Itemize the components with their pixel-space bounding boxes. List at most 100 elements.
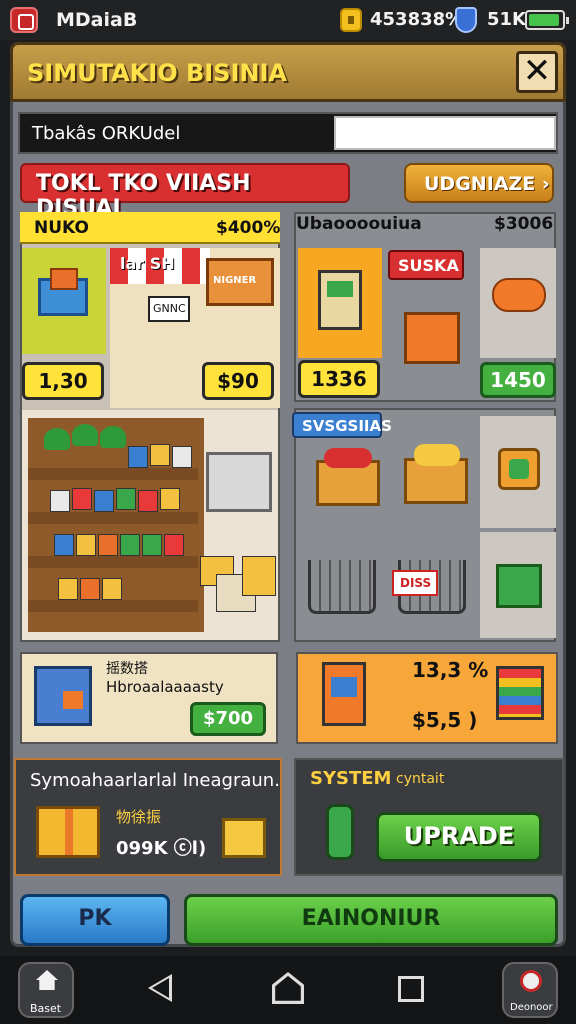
product-icon xyxy=(54,534,74,556)
system-left-title: Symoahaarlarlal Ineagraun. xyxy=(30,770,280,791)
shield-icon xyxy=(455,7,477,33)
system-left-panel: Symoahaarlarlal Ineagraun. 物徐振 099K ⓒl) xyxy=(14,758,282,876)
product-icon xyxy=(72,488,92,510)
product-icon xyxy=(128,446,148,468)
price-arcade-button[interactable]: 1336 xyxy=(298,360,380,398)
product-icon xyxy=(138,490,158,512)
gift-box-icon xyxy=(36,806,100,858)
decor-icon xyxy=(520,970,542,992)
back-icon[interactable] xyxy=(148,974,172,1002)
arcade-icon xyxy=(318,270,362,330)
cylinder-item[interactable] xyxy=(480,248,556,358)
system-left-amount: 099K ⓒl) xyxy=(116,838,207,859)
machine-percent: 13,3 % xyxy=(412,658,489,682)
coin-icon xyxy=(340,8,362,32)
system-subtitle: cyntait xyxy=(396,771,445,787)
green-box-item[interactable] xyxy=(480,532,556,638)
shop-small-sign: GNNC xyxy=(148,296,190,322)
close-button[interactable]: ✕ xyxy=(516,51,558,93)
base-label: Baset xyxy=(30,1002,62,1015)
store-card-header: NUKO $400% xyxy=(20,212,280,244)
shelf xyxy=(28,556,198,568)
package-icon xyxy=(222,818,266,858)
shop-label: lar SH xyxy=(120,254,175,273)
vending-machine-icon xyxy=(322,662,366,726)
main-action-button[interactable]: EAINONIUR xyxy=(184,894,558,946)
plant-icon xyxy=(100,426,126,448)
arcade-item[interactable] xyxy=(298,248,382,358)
decor-label: Deonoor xyxy=(510,1002,553,1013)
recents-icon[interactable] xyxy=(398,976,424,1002)
sale-badge: SUSKA xyxy=(388,250,464,280)
upgrade-card-title: Ubaoooouiua xyxy=(296,214,422,234)
box-icon xyxy=(242,556,276,596)
supplies-badge: SVSGSIIAS xyxy=(292,412,392,438)
apples-icon xyxy=(324,448,372,468)
product-icon xyxy=(80,578,100,600)
price-right-button[interactable]: $90 xyxy=(202,362,274,400)
plant-icon xyxy=(72,424,98,446)
product-icon xyxy=(150,444,170,466)
shop-sign-label: NIGNER xyxy=(213,275,257,286)
pk-button[interactable]: PK xyxy=(20,894,170,946)
product-subtitle: Hbroaalaaaasty xyxy=(106,678,224,696)
product-title: 摇数搭 xyxy=(106,661,148,677)
name-label: Tbakâs ORKUdel xyxy=(32,123,181,144)
product-icon xyxy=(142,534,162,556)
shop-sign: NIGNER xyxy=(206,258,274,306)
banana-icon xyxy=(414,444,460,466)
product-icon xyxy=(102,578,122,600)
product-buy-button[interactable]: $700 xyxy=(190,702,266,736)
product-icon xyxy=(98,534,118,556)
gift-icon xyxy=(50,268,78,290)
shelf xyxy=(28,600,198,612)
price-cylinder-button[interactable]: 1450 xyxy=(480,362,556,398)
coin-count: 453838% xyxy=(370,9,464,30)
home-icon xyxy=(36,970,58,990)
green-box-icon xyxy=(496,564,542,608)
price-left-button[interactable]: 1,30 xyxy=(22,362,104,400)
app-title: MDaiaB xyxy=(56,9,138,31)
system-title: SYSTEM xyxy=(310,768,392,789)
shelf xyxy=(28,468,198,480)
badge-item[interactable] xyxy=(480,416,556,528)
shelf xyxy=(28,512,198,524)
product-icon xyxy=(160,488,180,510)
fridge-icon xyxy=(206,452,272,512)
name-bar: Tbakâs ORKUdel xyxy=(18,112,558,154)
stacked-goods-icon xyxy=(496,666,544,720)
cart-tag: DISS xyxy=(392,570,438,596)
name-input[interactable] xyxy=(334,116,556,150)
canister-icon xyxy=(326,804,354,860)
product-box-icon xyxy=(34,666,92,726)
shopping-cart-icon[interactable] xyxy=(308,560,376,614)
system-left-small: 物徐振 xyxy=(116,808,162,826)
upgrade-card-value: $3006 xyxy=(494,214,554,234)
app-icon[interactable] xyxy=(10,7,38,33)
product-icon xyxy=(164,534,184,556)
product-icon xyxy=(116,488,136,510)
store-card-title: NUKO xyxy=(34,218,89,238)
upgrade-top-button[interactable]: UDGNIAZE › xyxy=(404,163,554,203)
battery-icon xyxy=(525,10,569,30)
gift-box-icon[interactable] xyxy=(404,312,460,364)
shop-small-sign-label: GNNC xyxy=(153,302,186,315)
system-upgrade-button[interactable]: UPRADE xyxy=(376,812,542,862)
product-icon xyxy=(76,534,96,556)
base-button[interactable]: Baset xyxy=(18,962,74,1018)
product-icon xyxy=(120,534,140,556)
gem-count: 51K xyxy=(487,9,526,30)
navigation-bar xyxy=(0,956,576,1024)
product-icon xyxy=(94,490,114,512)
upgrade-top-label: UDGNIAZE › xyxy=(424,173,550,195)
gift-box-thumb[interactable] xyxy=(22,248,106,354)
cart-tag-label: DISS xyxy=(400,576,432,590)
decor-button[interactable]: Deonoor xyxy=(502,962,558,1018)
store-card-value: $400% xyxy=(216,218,281,238)
supplies-badge-label: SVSGSIIAS xyxy=(302,417,392,435)
red-banner: TOKL TKO VIIASH DISUAL xyxy=(20,163,350,221)
status-bar: MDaiaB 453838% 51K xyxy=(0,0,576,40)
panel-title: SIMUTAKIO BISINIA xyxy=(27,59,287,87)
sale-badge-label: SUSKA xyxy=(398,256,459,275)
badge-icon xyxy=(498,448,540,490)
